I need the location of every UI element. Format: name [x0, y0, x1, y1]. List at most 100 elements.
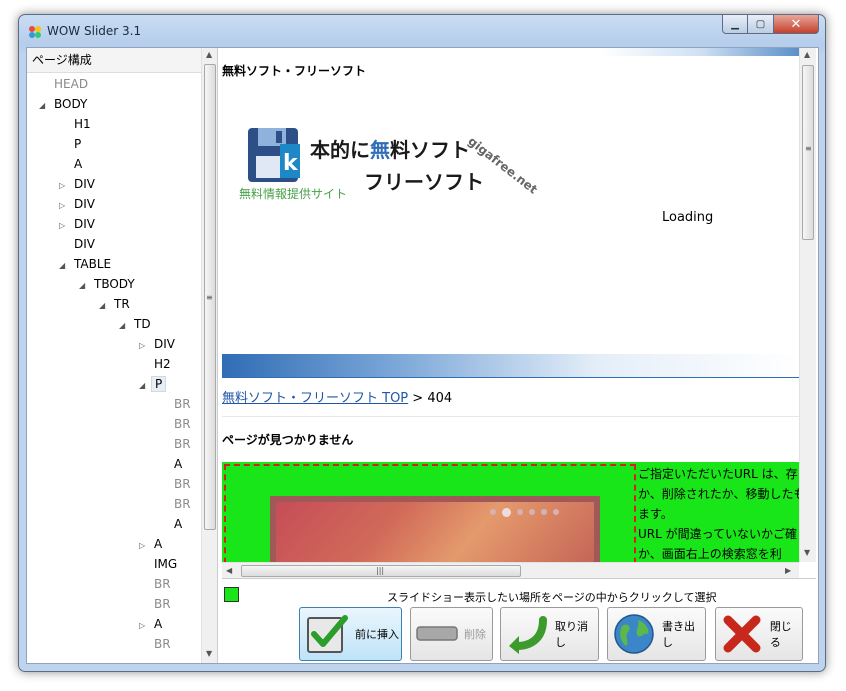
grip-icon: ≡: [206, 293, 213, 302]
expanded-arrow-icon[interactable]: ◢: [79, 276, 91, 296]
tree-scrollbar[interactable]: ▲ ≡ ▼: [201, 48, 217, 663]
slideshow-preview-image: [270, 496, 600, 562]
grip-icon: |||: [376, 566, 385, 575]
collapsed-arrow-icon[interactable]: ▷: [139, 616, 151, 636]
logo-main-prefix: 本的に: [310, 138, 370, 162]
export-button[interactable]: 書き出し: [607, 607, 706, 661]
wave-banner: [222, 354, 799, 378]
maximize-button[interactable]: ▢: [748, 15, 774, 34]
delete-button[interactable]: 削除: [410, 607, 493, 661]
tree-node-label: BODY: [54, 97, 88, 111]
tree-node-div[interactable]: ▷ DIV: [59, 194, 98, 214]
page-heading: ページが見つかりません: [222, 433, 354, 447]
tree-node-table[interactable]: ◢ TABLE: [59, 254, 114, 274]
maximize-icon: ▢: [755, 18, 766, 30]
red-x-icon: [719, 612, 766, 656]
export-label: 書き出し: [661, 620, 695, 649]
tree-node-body[interactable]: ◢ BODY: [39, 94, 90, 114]
svg-text:k: k: [283, 151, 299, 176]
tree-node-label: BR: [174, 477, 191, 491]
paragraph-line: URL が間違っていないかご確: [638, 527, 798, 541]
close-window-button[interactable]: ✕: [774, 15, 819, 34]
tree-node-label: DIV: [154, 337, 175, 351]
tree-node-label: A: [74, 157, 83, 171]
scroll-up-arrow-icon[interactable]: ▲: [804, 50, 810, 59]
tree-node-label: BR: [174, 417, 191, 431]
tree-node-label: HEAD: [54, 77, 89, 91]
tree-node-label: BR: [174, 437, 191, 451]
tree-node-tbody[interactable]: ◢ TBODY: [79, 274, 138, 294]
logo-main-text: 本的に無料ソフト: [310, 134, 470, 163]
scroll-down-arrow-icon[interactable]: ▼: [206, 649, 212, 658]
tree-node-a[interactable]: A: [159, 514, 185, 534]
insert-before-button[interactable]: 前に挿入: [299, 607, 402, 661]
tree-node-a[interactable]: A: [159, 454, 185, 474]
logo-tagline: 無料情報提供サイト: [239, 187, 348, 201]
tree-node-label: H1: [74, 117, 91, 131]
paragraph-text: ご指定いただいたURL は、存 か、削除されたか、移動したも ます。 URL が…: [638, 464, 799, 562]
insert-before-label: 前に挿入: [355, 628, 399, 641]
tree-node-br[interactable]: BR: [139, 594, 174, 614]
tree-node-br[interactable]: BR: [159, 394, 194, 414]
breadcrumb: 無料ソフト・フリーソフト TOP > 404: [222, 387, 452, 406]
collapsed-arrow-icon[interactable]: ▷: [59, 216, 71, 236]
tree-node-br[interactable]: BR: [159, 434, 194, 454]
undo-button[interactable]: 取り消し: [500, 607, 599, 661]
tree-node-label: DIV: [74, 217, 95, 231]
tree-node-a[interactable]: ▷ A: [139, 534, 165, 554]
scroll-down-arrow-icon[interactable]: ▼: [804, 548, 810, 557]
scroll-left-arrow-icon[interactable]: ◀: [226, 566, 232, 575]
expanded-arrow-icon[interactable]: ◢: [139, 376, 151, 396]
tree-node-br[interactable]: BR: [159, 494, 194, 514]
scroll-right-arrow-icon[interactable]: ▶: [785, 566, 791, 575]
breadcrumb-top-link[interactable]: 無料ソフト・フリーソフト TOP: [222, 391, 408, 406]
close-button[interactable]: 閉じる: [715, 607, 803, 661]
tree-node-label: TABLE: [74, 257, 112, 271]
tree-node-head[interactable]: HEAD: [39, 74, 91, 94]
tree-node-br[interactable]: BR: [139, 634, 174, 654]
delete-bar-icon: [414, 612, 460, 656]
tree-node-td[interactable]: ◢ TD: [119, 314, 154, 334]
tree-node-div[interactable]: ▷ DIV: [139, 334, 178, 354]
tree-node-div[interactable]: ▷ DIV: [59, 174, 98, 194]
collapsed-arrow-icon[interactable]: ▷: [59, 176, 71, 196]
tree-node-a[interactable]: A: [59, 154, 85, 174]
tree-node-h2[interactable]: H2: [139, 354, 174, 374]
tree-node-a[interactable]: ▷ A: [139, 614, 165, 634]
logo-main-highlight: 無: [370, 138, 390, 162]
tree-node-label: DIV: [74, 177, 95, 191]
tree-node-p[interactable]: P: [59, 134, 84, 154]
tree-node-label: BR: [154, 577, 171, 591]
scroll-up-arrow-icon[interactable]: ▲: [206, 50, 212, 59]
slider-dot: [553, 509, 559, 515]
expanded-arrow-icon[interactable]: ◢: [119, 316, 131, 336]
collapsed-arrow-icon[interactable]: ▷: [139, 336, 151, 356]
selected-paragraph-highlight[interactable]: ご指定いただいたURL は、存 か、削除されたか、移動したも ます。 URL が…: [222, 462, 799, 562]
tree-node-br[interactable]: BR: [159, 414, 194, 434]
logo-sub-text: フリーソフト: [364, 170, 484, 194]
expanded-arrow-icon[interactable]: ◢: [99, 296, 111, 316]
tree-node-br[interactable]: BR: [159, 474, 194, 494]
collapsed-arrow-icon[interactable]: ▷: [59, 196, 71, 216]
preview-horizontal-scrollbar[interactable]: ◀ ||| ▶: [222, 562, 799, 578]
app-window: WOW Slider 3.1 ▁ ▢ ✕ ページ構成 HEAD ◢ BODY H1 P A…: [18, 14, 826, 672]
tree-node-img[interactable]: IMG: [139, 554, 180, 574]
tree-node-h1[interactable]: H1: [59, 114, 94, 134]
highlight-color-swatch[interactable]: [224, 587, 239, 602]
tree-node-div[interactable]: DIV: [59, 234, 98, 254]
preview-viewport[interactable]: 無料ソフト・フリーソフト k 本的に無料ソフト フリーソフト 無料情報提供サイト…: [222, 48, 799, 562]
expanded-arrow-icon[interactable]: ◢: [39, 96, 51, 116]
divider: [222, 416, 799, 417]
collapsed-arrow-icon[interactable]: ▷: [139, 536, 151, 556]
slider-dot: [490, 509, 496, 515]
tree-node-label: DIV: [74, 197, 95, 211]
tree-node-p[interactable]: ◢ P: [139, 374, 167, 396]
tree-node-div[interactable]: ▷ DIV: [59, 214, 98, 234]
tree-node-label: DIV: [74, 237, 95, 251]
tree-node-br[interactable]: BR: [139, 574, 174, 594]
preview-vertical-scrollbar[interactable]: ▲ ≡ ▼: [799, 48, 816, 562]
page-preview[interactable]: 無料ソフト・フリーソフト k 本的に無料ソフト フリーソフト 無料情報提供サイト…: [222, 48, 816, 579]
tree-node-tr[interactable]: ◢ TR: [99, 294, 133, 314]
minimize-button[interactable]: ▁: [722, 15, 748, 34]
expanded-arrow-icon[interactable]: ◢: [59, 256, 71, 276]
